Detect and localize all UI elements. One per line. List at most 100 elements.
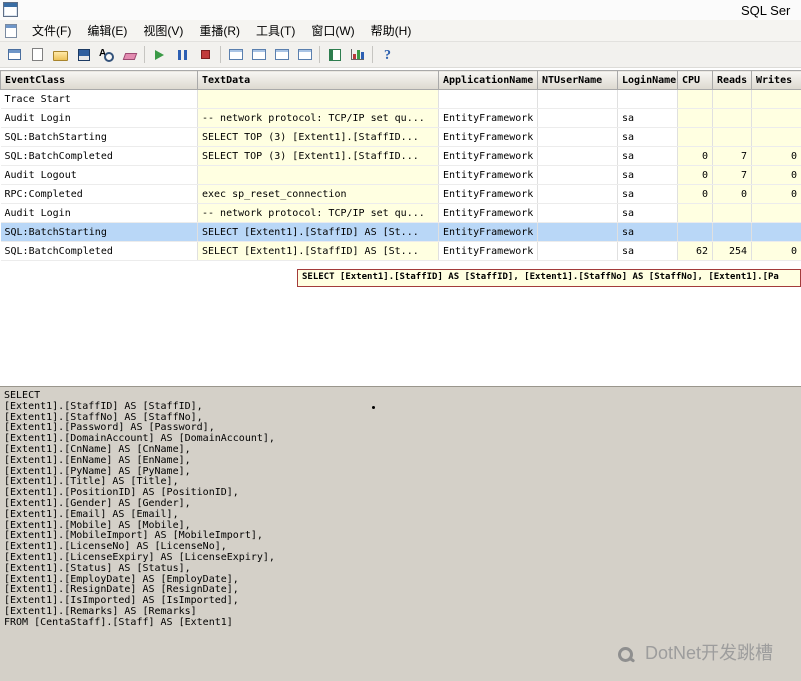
cell-cpu[interactable]: 0 [677, 146, 713, 166]
column-header-eventclass[interactable]: EventClass [0, 70, 198, 90]
cell-eventclass[interactable]: Audit Login [0, 203, 198, 223]
column-header-ntusername[interactable]: NTUserName [537, 70, 618, 90]
cell-reads[interactable]: 0 [712, 184, 752, 204]
trace-row[interactable]: Audit Login -- network protocol: TCP/IP s… [0, 203, 801, 223]
open-trace-file-button[interactable] [49, 44, 72, 66]
column-header-loginname[interactable]: LoginName [617, 70, 678, 90]
cell-eventclass[interactable]: SQL:BatchCompleted [0, 241, 198, 261]
cell-textdata[interactable]: SELECT TOP (3) [Extent1].[StaffID... [197, 127, 439, 147]
column-header-reads[interactable]: Reads [712, 70, 752, 90]
cell-writes[interactable] [751, 203, 801, 223]
cell-textdata[interactable]: SELECT TOP (3) [Extent1].[StaffID... [197, 146, 439, 166]
cell-loginname[interactable]: sa [617, 127, 678, 147]
cell-ntusername[interactable] [537, 184, 618, 204]
column-header-textdata[interactable]: TextData [197, 70, 439, 90]
organize-columns-button[interactable] [293, 44, 316, 66]
cell-textdata[interactable] [197, 165, 439, 185]
cell-loginname[interactable]: sa [617, 241, 678, 261]
trace-row-selected[interactable]: SQL:BatchStarting SELECT [Extent1].[Staff… [0, 222, 801, 242]
cell-applicationname[interactable]: EntityFramework [438, 184, 538, 204]
menu-help[interactable]: 帮助(H) [363, 19, 420, 42]
trace-row[interactable]: Audit Login -- network protocol: TCP/IP s… [0, 108, 801, 128]
cell-cpu[interactable] [677, 203, 713, 223]
cell-applicationname[interactable] [438, 89, 538, 109]
cell-reads[interactable]: 7 [712, 146, 752, 166]
cell-textdata[interactable]: -- network protocol: TCP/IP set qu... [197, 203, 439, 223]
cell-reads[interactable] [712, 203, 752, 223]
cell-ntusername[interactable] [537, 203, 618, 223]
cell-textdata[interactable]: -- network protocol: TCP/IP set qu... [197, 108, 439, 128]
cell-loginname[interactable]: sa [617, 165, 678, 185]
cell-reads[interactable] [712, 127, 752, 147]
cell-textdata[interactable] [197, 89, 439, 109]
cell-applicationname[interactable]: EntityFramework [438, 165, 538, 185]
cell-writes[interactable]: 0 [751, 165, 801, 185]
cell-reads[interactable] [712, 222, 752, 242]
cell-eventclass[interactable]: Trace Start [0, 89, 198, 109]
export-to-excel-button[interactable] [323, 44, 346, 66]
cell-textdata[interactable]: SELECT [Extent1].[StaffID] AS [St... [197, 222, 439, 242]
cell-applicationname[interactable]: EntityFramework [438, 127, 538, 147]
view-chart-button[interactable] [346, 44, 369, 66]
menu-replay[interactable]: 重播(R) [191, 19, 248, 42]
cell-textdata[interactable]: SELECT [Extent1].[StaffID] AS [St... [197, 241, 439, 261]
cell-ntusername[interactable] [537, 222, 618, 242]
toggle-results-pane-button[interactable] [270, 44, 293, 66]
new-document-button[interactable] [26, 44, 49, 66]
cell-reads[interactable]: 254 [712, 241, 752, 261]
cell-eventclass[interactable]: Audit Logout [0, 165, 198, 185]
cell-ntusername[interactable] [537, 127, 618, 147]
cell-eventclass[interactable]: SQL:BatchStarting [0, 222, 198, 242]
clear-trace-window-button[interactable] [118, 44, 141, 66]
trace-row[interactable]: Audit Logout EntityFramework sa 0 7 0 [0, 165, 801, 185]
cell-ntusername[interactable] [537, 241, 618, 261]
cell-eventclass[interactable]: SQL:BatchStarting [0, 127, 198, 147]
cell-writes[interactable]: 0 [751, 146, 801, 166]
cell-loginname[interactable]: sa [617, 146, 678, 166]
menu-file[interactable]: 文件(F) [24, 19, 79, 42]
cell-loginname[interactable]: sa [617, 184, 678, 204]
cell-ntusername[interactable] [537, 146, 618, 166]
trace-row[interactable]: SQL:BatchCompleted SELECT TOP (3) [Extent… [0, 146, 801, 166]
cell-writes[interactable] [751, 127, 801, 147]
cell-loginname[interactable]: sa [617, 108, 678, 128]
cell-applicationname[interactable]: EntityFramework [438, 203, 538, 223]
cell-reads[interactable] [712, 89, 752, 109]
cell-writes[interactable]: 0 [751, 184, 801, 204]
help-button[interactable] [376, 44, 399, 66]
cell-cpu[interactable] [677, 127, 713, 147]
trace-row[interactable]: Trace Start [0, 89, 801, 109]
cell-cpu[interactable] [677, 222, 713, 242]
title-bar[interactable]: SQL Ser [0, 0, 801, 20]
cell-ntusername[interactable] [537, 108, 618, 128]
column-header-writes[interactable]: Writes [751, 70, 801, 90]
cell-loginname[interactable]: sa [617, 203, 678, 223]
column-header-cpu[interactable]: CPU [677, 70, 713, 90]
cell-writes[interactable] [751, 89, 801, 109]
cell-reads[interactable]: 7 [712, 165, 752, 185]
cell-writes[interactable] [751, 108, 801, 128]
grouped-event-view-button[interactable] [224, 44, 247, 66]
trace-row[interactable]: SQL:BatchStarting SELECT TOP (3) [Extent1… [0, 127, 801, 147]
cell-ntusername[interactable] [537, 165, 618, 185]
cell-loginname[interactable] [617, 89, 678, 109]
cell-writes[interactable] [751, 222, 801, 242]
aggregated-event-view-button[interactable] [247, 44, 270, 66]
cell-cpu[interactable] [677, 89, 713, 109]
menu-edit[interactable]: 编辑(E) [79, 19, 135, 42]
cell-cpu[interactable]: 62 [677, 241, 713, 261]
stop-replay-button[interactable] [194, 44, 217, 66]
cell-ntusername[interactable] [537, 89, 618, 109]
trace-row[interactable]: RPC:Completed exec sp_reset_connection Ent… [0, 184, 801, 204]
cell-cpu[interactable]: 0 [677, 184, 713, 204]
new-trace-button[interactable] [3, 44, 26, 66]
cell-textdata[interactable]: exec sp_reset_connection [197, 184, 439, 204]
menu-tools[interactable]: 工具(T) [248, 19, 303, 42]
cell-applicationname[interactable]: EntityFramework [438, 241, 538, 261]
detail-pane[interactable]: SELECT [Extent1].[StaffID] AS [StaffID],[… [0, 386, 801, 681]
menu-window[interactable]: 窗口(W) [303, 19, 362, 42]
trace-row[interactable]: SQL:BatchCompleted SELECT [Extent1].[Staf… [0, 241, 801, 261]
save-trace-button[interactable] [72, 44, 95, 66]
cell-writes[interactable]: 0 [751, 241, 801, 261]
find-button[interactable] [95, 44, 118, 66]
